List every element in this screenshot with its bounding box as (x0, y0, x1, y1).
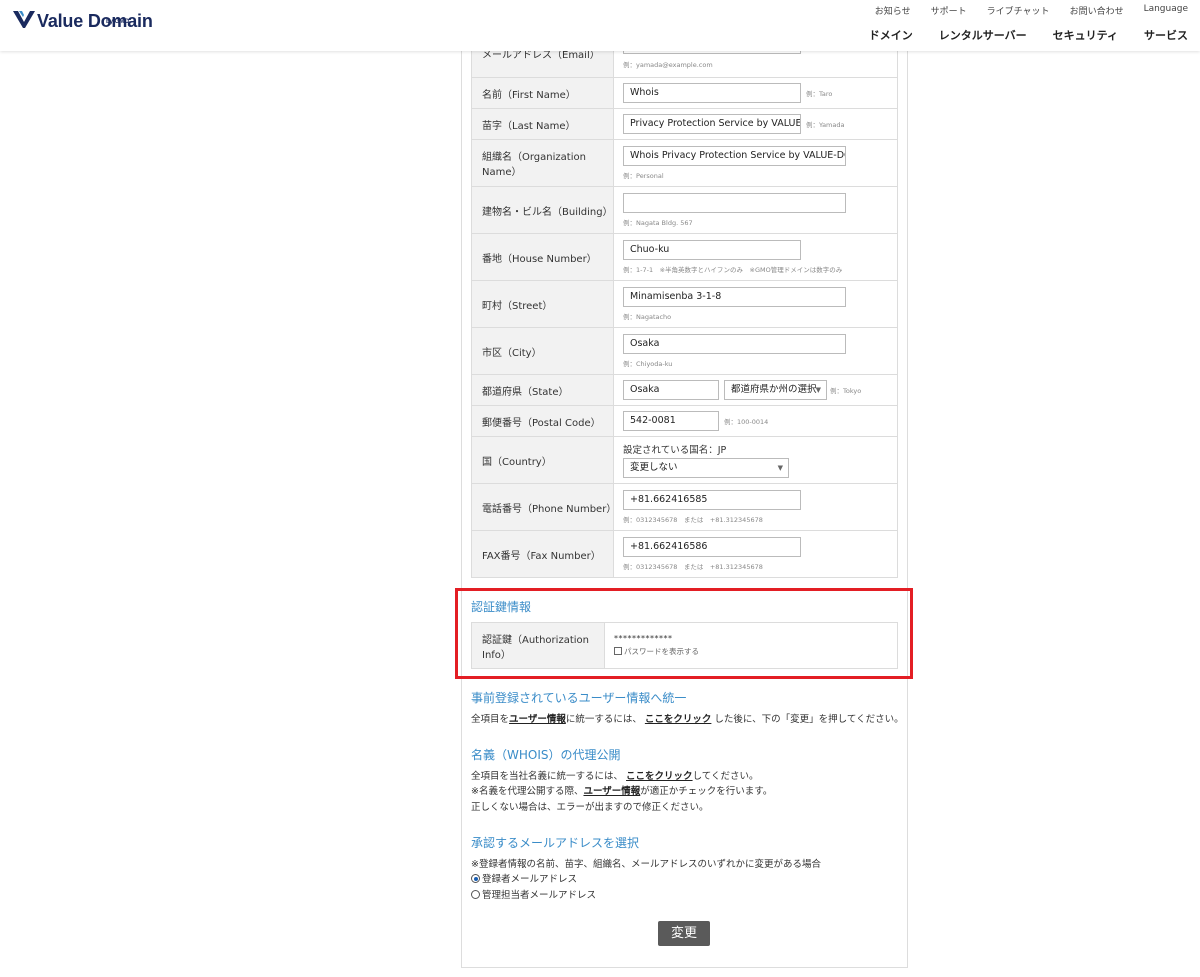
unify-text-pre: 全項目を (471, 714, 510, 725)
row-building: 建物名・ビル名（Building） 例：Nagata Bldg. 567 (471, 186, 898, 234)
approval-note: ※登録者情報の名前、苗字、組織名、メールアドレスのいずれかに変更がある場合 (471, 859, 821, 870)
postal-label: 郵便番号（Postal Code） (471, 405, 614, 437)
first-name-example: 例：Taro (806, 90, 833, 98)
whois-line1-post: してください。 (692, 771, 759, 782)
country-label: 国（Country） (471, 436, 614, 484)
nav-news[interactable]: お知らせ (875, 4, 911, 17)
building-example: 例：Nagata Bldg. 567 (623, 219, 693, 227)
state-select[interactable]: 都道府県か州の選択 ▼ (724, 380, 827, 400)
unify-text-post: した後に、下の「変更」を押してください。 (714, 714, 904, 725)
nav-language[interactable]: Language (1144, 4, 1188, 17)
fax-field[interactable]: +81.662416586 (623, 537, 801, 557)
logo-mark-icon (13, 11, 35, 28)
last-name-example: 例：Yamada (806, 121, 845, 129)
whois-proxy-title: 名義（WHOIS）の代理公開 (471, 748, 621, 762)
main-nav: ドメイン レンタルサーバー セキュリティ サービス (843, 27, 1188, 43)
contact-form-table: メールアドレス（Email） 例：yamada@example.com 名前（F… (471, 30, 898, 578)
state-label: 都道府県（State） (471, 374, 614, 406)
house-number-example: 例：1-7-1 ※半角英数字とハイフンのみ ※GMO管理ドメインは数字のみ (623, 266, 843, 274)
city-field[interactable]: Osaka (623, 334, 846, 354)
row-last-name: 苗字（Last Name） Privacy Protection Service… (471, 108, 898, 140)
row-state: 都道府県（State） Osaka 都道府県か州の選択 ▼ 例：Tokyo (471, 374, 898, 406)
logo-sub: by GMO (106, 19, 130, 25)
approval-title: 承認するメールアドレスを選択 (471, 836, 640, 850)
phone-example: 例：0312345678 または +81.312345678 (623, 516, 763, 524)
building-label: 建物名・ビル名（Building） (471, 186, 614, 234)
postal-field[interactable]: 542-0081 (623, 411, 719, 431)
last-name-label: 苗字（Last Name） (471, 108, 614, 140)
whois-line1-pre: 全項目を当社名義に統一するには、 (471, 771, 624, 782)
house-number-field[interactable]: Chuo-ku (623, 240, 801, 260)
row-country: 国（Country） 設定されている国名：JP 変更しない ▼ (471, 436, 898, 484)
row-postal: 郵便番号（Postal Code） 542-0081 例：100-0014 (471, 405, 898, 437)
approval-option-admin[interactable]: 管理担当者メールアドレス (471, 887, 596, 901)
organization-field[interactable]: Whois Privacy Protection Service by VALU… (623, 146, 846, 166)
building-field[interactable] (623, 193, 846, 213)
fax-label: FAX番号（Fax Number） (471, 530, 614, 578)
admin-radio[interactable] (471, 890, 480, 899)
nav-contact[interactable]: お問い合わせ (1070, 4, 1124, 17)
organization-label: 組織名（Organization Name） (471, 139, 614, 187)
logo[interactable]: Value Domain (13, 10, 153, 32)
submit-button[interactable]: 変更 (658, 921, 710, 946)
chevron-down-icon: ▼ (815, 386, 821, 394)
row-street: 町村（Street） Minamisenba 3-1-8 例：Nagatacho (471, 280, 898, 328)
country-select[interactable]: 変更しない ▼ (623, 458, 789, 478)
state-select-value: 都道府県か州の選択 (731, 384, 817, 395)
email-example: 例：yamada@example.com (623, 61, 713, 69)
registrant-radio-label: 登録者メールアドレス (482, 874, 578, 885)
street-field[interactable]: Minamisenba 3-1-8 (623, 287, 846, 307)
city-example: 例：Chiyoda-ku (623, 360, 673, 368)
organization-example: 例：Personal (623, 172, 664, 180)
chevron-down-icon: ▼ (777, 464, 783, 472)
whois-proxy-line2: ※名義を代理公開する際、ユーザー情報が適正かチェックを行います。 (471, 783, 772, 797)
nav-domain[interactable]: ドメイン (869, 27, 913, 43)
phone-field[interactable]: +81.662416585 (623, 490, 801, 510)
house-number-label: 番地（House Number） (471, 233, 614, 281)
state-field[interactable]: Osaka (623, 380, 719, 400)
nav-services[interactable]: サービス (1144, 27, 1188, 43)
row-phone: 電話番号（Phone Number） +81.662416585 例：03123… (471, 483, 898, 531)
phone-label: 電話番号（Phone Number） (471, 483, 616, 531)
user-info-link[interactable]: ユーザー情報 (509, 714, 566, 725)
whois-user-info-link[interactable]: ユーザー情報 (583, 786, 640, 797)
fax-example: 例：0312345678 または +81.312345678 (623, 563, 763, 571)
nav-live-chat[interactable]: ライブチャット (987, 4, 1050, 17)
logo-text: Value Domain (37, 11, 153, 31)
whois-proxy-line1: 全項目を当社名義に統一するには、 ここをクリックしてください。 (471, 768, 759, 782)
unify-click-link[interactable]: ここをクリック (645, 714, 712, 725)
highlight-box (455, 588, 913, 679)
row-first-name: 名前（First Name） Whois 例：Taro (471, 77, 898, 109)
approval-option-registrant[interactable]: 登録者メールアドレス (471, 871, 577, 885)
country-current: 設定されている国名：JP (623, 445, 727, 456)
whois-line2-pre: ※名義を代理公開する際、 (471, 786, 584, 797)
row-organization: 組織名（Organization Name） Whois Privacy Pro… (471, 139, 898, 187)
whois-click-link[interactable]: ここをクリック (626, 771, 693, 782)
nav-rental-server[interactable]: レンタルサーバー (939, 27, 1027, 43)
unify-title: 事前登録されているユーザー情報へ統一 (471, 691, 687, 705)
unify-text-mid: に統一するには、 (565, 714, 642, 725)
utility-nav: お知らせ サポート ライブチャット お問い合わせ Language (855, 4, 1188, 17)
row-house-number: 番地（House Number） Chuo-ku 例：1-7-1 ※半角英数字と… (471, 233, 898, 281)
city-label: 市区（City） (471, 327, 614, 375)
last-name-field[interactable]: Privacy Protection Service by VALUE-DO (623, 114, 801, 134)
site-header: Value Domain by GMO お知らせ サポート ライブチャット お問… (0, 0, 1200, 51)
row-city: 市区（City） Osaka 例：Chiyoda-ku (471, 327, 898, 375)
registrant-radio[interactable] (471, 874, 480, 883)
first-name-field[interactable]: Whois (623, 83, 801, 103)
first-name-label: 名前（First Name） (471, 77, 614, 109)
postal-example: 例：100-0014 (724, 418, 769, 426)
country-select-value: 変更しない (630, 462, 678, 473)
whois-proxy-line3: 正しくない場合は、エラーが出ますので修正ください。 (471, 802, 709, 813)
admin-radio-label: 管理担当者メールアドレス (482, 890, 597, 901)
nav-support[interactable]: サポート (931, 4, 967, 17)
nav-security[interactable]: セキュリティ (1053, 27, 1118, 43)
unify-text: 全項目をユーザー情報に統一するには、 ここをクリック した後に、下の「変更」を押… (471, 711, 904, 725)
state-example: 例：Tokyo (830, 387, 862, 395)
whois-line2-post: が適正かチェックを行います。 (640, 786, 773, 797)
street-label: 町村（Street） (471, 280, 614, 328)
row-fax: FAX番号（Fax Number） +81.662416586 例：031234… (471, 530, 898, 578)
street-example: 例：Nagatacho (623, 313, 672, 321)
